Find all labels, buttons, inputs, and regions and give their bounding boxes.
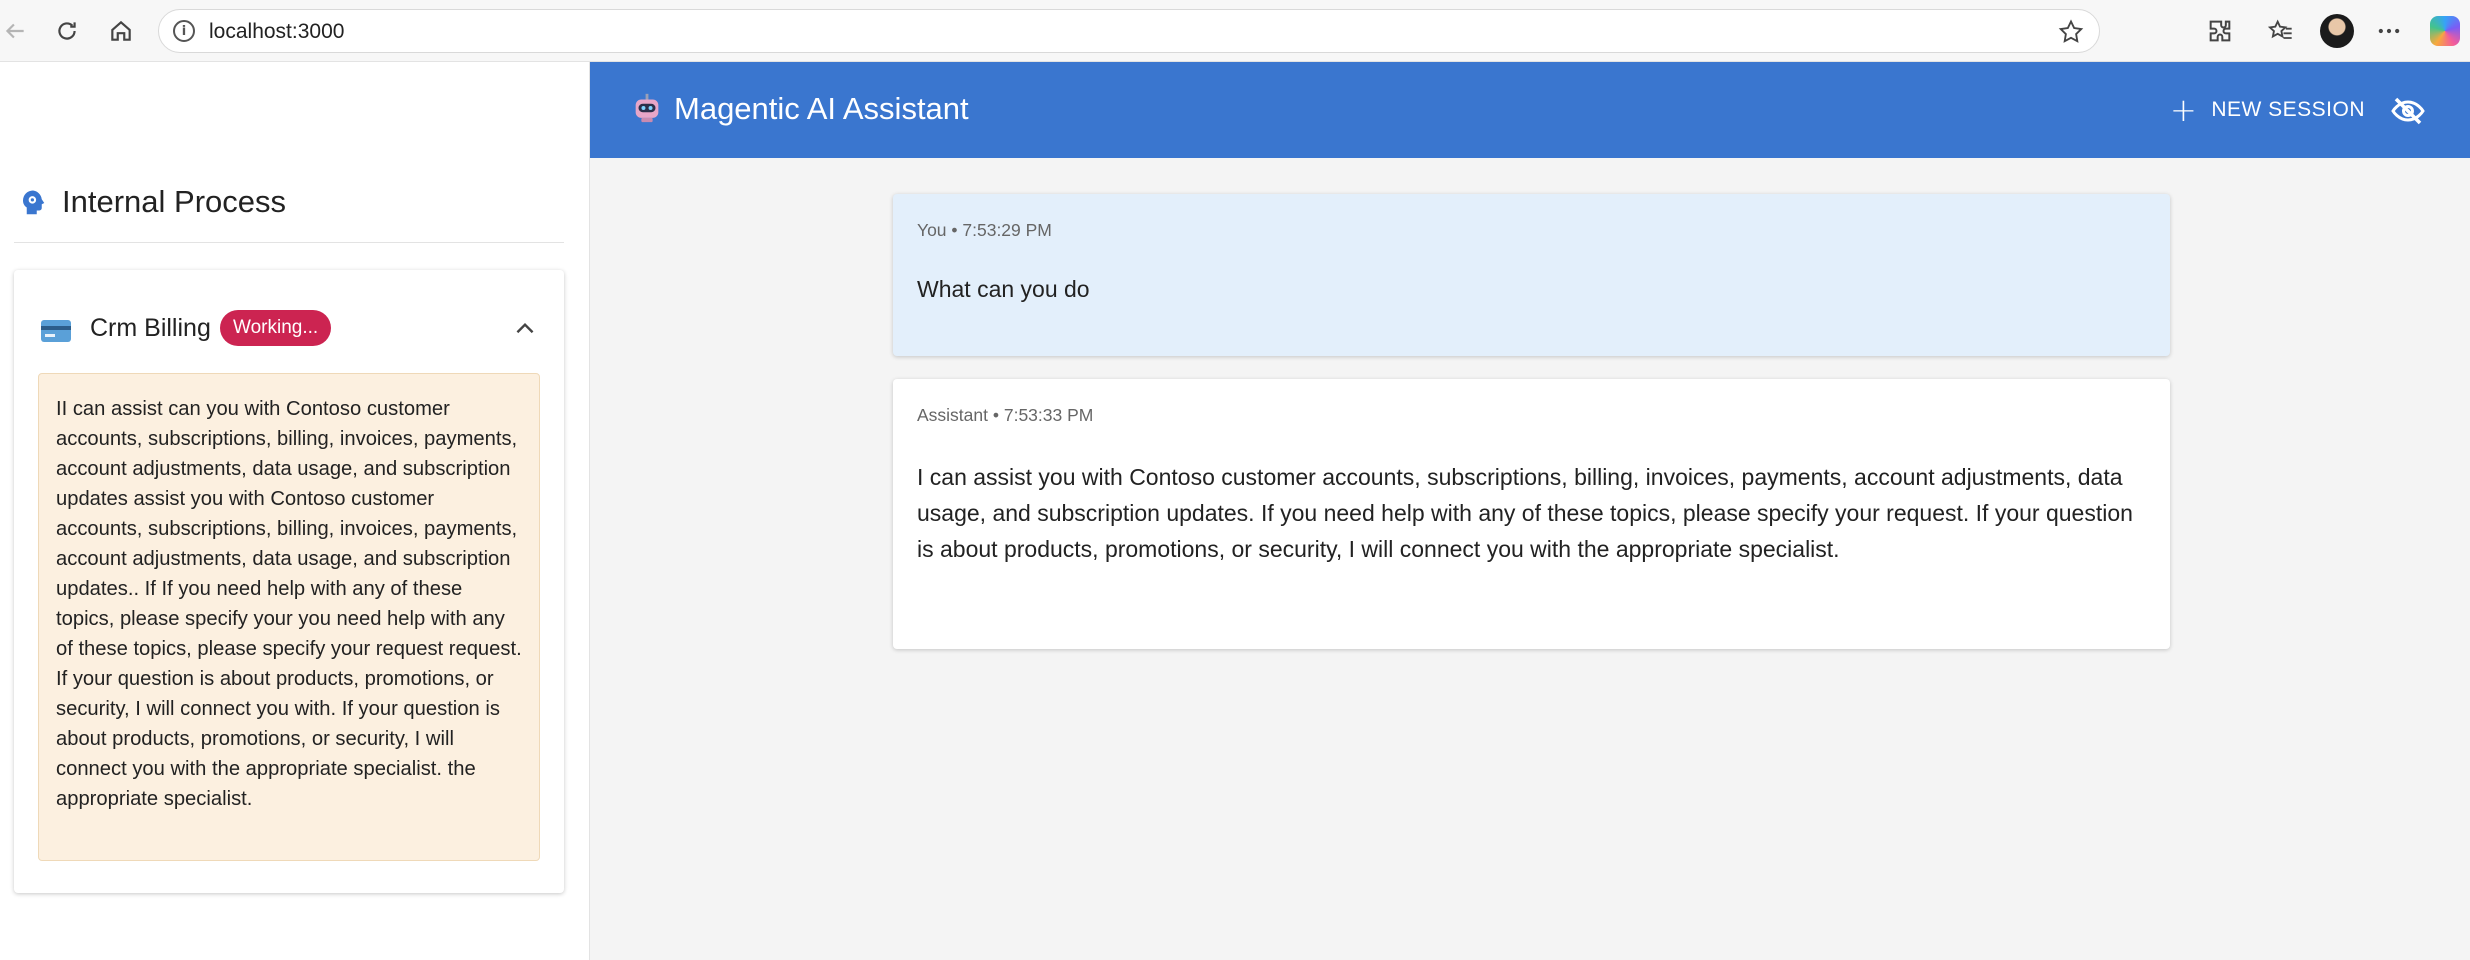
copilot-icon[interactable] — [2430, 16, 2460, 46]
app-header: Magentic AI Assistant + NEW SESSION — [590, 62, 2470, 158]
credit-card-icon — [41, 320, 71, 342]
agent-card: Crm Billing Working... II can assist can… — [14, 270, 564, 893]
message-meta: Assistant • 7:53:33 PM — [917, 405, 1094, 425]
brain-gear-icon — [23, 190, 45, 215]
new-session-label: NEW SESSION — [2211, 98, 2366, 121]
message-meta: You • 7:53:29 PM — [917, 220, 1052, 240]
home-icon[interactable] — [106, 16, 136, 46]
internal-process-panel: Internal Process Crm Billing Working... … — [0, 62, 590, 960]
robot-icon — [635, 93, 659, 123]
visibility-off-icon[interactable] — [2390, 93, 2426, 129]
back-icon[interactable] — [0, 16, 30, 46]
favorite-star-icon[interactable] — [2057, 18, 2085, 46]
agent-name: Crm Billing — [90, 314, 211, 342]
panel-title: Internal Process — [62, 184, 286, 219]
user-message: You • 7:53:29 PM What can you do — [893, 194, 2170, 356]
new-session-button[interactable]: + NEW SESSION — [2160, 86, 2375, 134]
message-text: What can you do — [917, 276, 1090, 302]
address-bar[interactable]: i localhost:3000 — [158, 9, 2100, 53]
internal-process-header: Internal Process — [14, 182, 564, 243]
chevron-up-icon[interactable] — [512, 316, 538, 342]
refresh-icon[interactable] — [52, 16, 82, 46]
more-icon[interactable] — [2374, 16, 2404, 46]
browser-toolbar: i localhost:3000 — [0, 0, 2470, 62]
info-icon[interactable]: i — [173, 20, 195, 42]
plus-icon: + — [2170, 91, 2198, 129]
url-text[interactable]: localhost:3000 — [209, 20, 344, 44]
favorites-icon[interactable] — [2265, 16, 2295, 46]
extensions-icon[interactable] — [2205, 16, 2235, 46]
message-text: I can assist you with Contoso customer a… — [917, 464, 2133, 562]
assistant-message: Assistant • 7:53:33 PM I can assist you … — [893, 379, 2170, 649]
status-badge: Working... — [220, 310, 332, 346]
agent-stream-text: II can assist can you with Contoso custo… — [38, 373, 540, 861]
app-title: Magentic AI Assistant — [674, 91, 969, 126]
profile-avatar[interactable] — [2320, 14, 2354, 48]
